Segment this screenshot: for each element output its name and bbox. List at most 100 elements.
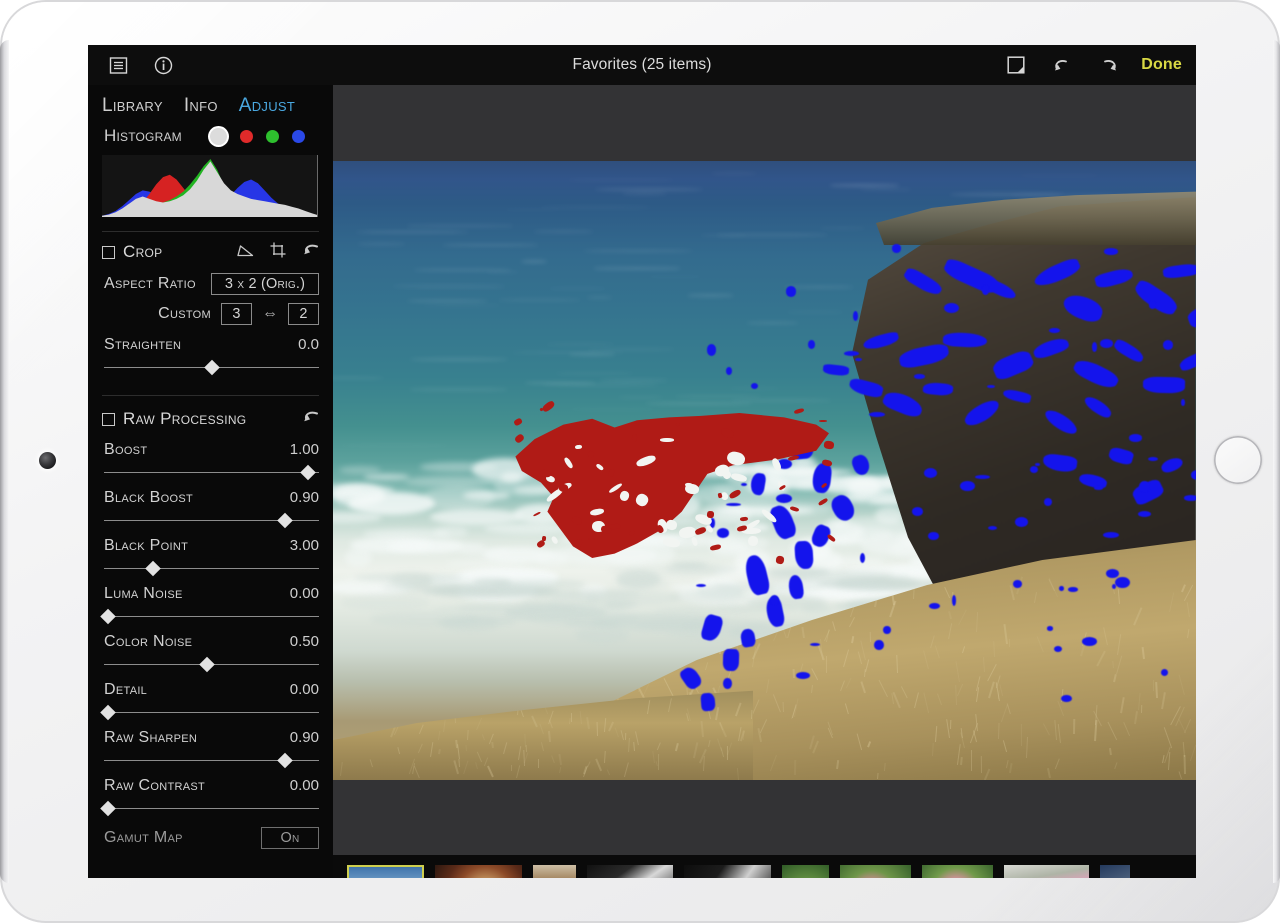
filmstrip-thumbnail[interactable]: ♥ [533, 865, 576, 879]
grass-blade [1178, 771, 1181, 779]
color-noise-slider[interactable] [104, 659, 319, 670]
surf-foam [607, 565, 724, 577]
grass-blade [369, 759, 373, 767]
shadow-clip-speck [982, 285, 990, 294]
grass-blade [1108, 722, 1117, 740]
tab-adjust[interactable]: Adjust [239, 95, 295, 117]
grass-blade [477, 752, 482, 762]
filmstrip-thumbnail[interactable]: ♥ [347, 865, 424, 879]
filmstrip[interactable]: ♥ ♥ ♥ ♥ ♥ ♥ ♥ ♥ ♥ ♥ [333, 863, 1196, 878]
histogram-channel-luminance[interactable] [210, 128, 227, 145]
aspect-ratio-select[interactable]: 3 x 2 (Orig.) [211, 273, 319, 295]
grass-blade [579, 711, 582, 724]
crop-reset-arrow-icon[interactable] [302, 241, 321, 263]
raw-sharpen-slider[interactable] [104, 755, 319, 766]
shadow-clip-patch [1143, 377, 1185, 394]
histogram-channel-blue[interactable] [292, 130, 305, 143]
grass-blade [766, 679, 770, 693]
filmstrip-thumbnail[interactable]: ♥ [840, 865, 911, 879]
ocean-ripple [333, 377, 384, 379]
slider-knob[interactable] [146, 561, 162, 577]
shadow-clip-speck [796, 672, 810, 679]
filmstrip-thumbnail[interactable]: ♥ [922, 865, 993, 879]
info-circle-icon[interactable] [150, 52, 176, 78]
slider-track [104, 712, 319, 713]
filmstrip-thumbnail[interactable]: ♥ [1100, 865, 1130, 879]
gamut-map-toggle[interactable]: On [261, 827, 319, 849]
slider-knob[interactable] [101, 801, 117, 817]
histogram-chart[interactable] [102, 155, 318, 217]
histogram-channel-green[interactable] [266, 130, 279, 143]
grass-blade [340, 762, 343, 776]
shadow-clip-speck [1094, 486, 1103, 490]
ocean-ripple [588, 348, 674, 350]
slider-knob[interactable] [277, 513, 293, 529]
top-toolbar: Favorites (25 items) Done [88, 45, 1196, 85]
edited-photo[interactable] [333, 161, 1196, 780]
luma-noise-slider[interactable] [104, 611, 319, 622]
boost-slider[interactable] [104, 467, 319, 478]
grass-blade [538, 759, 539, 768]
grass-blade [962, 646, 965, 653]
grass-blade [1109, 748, 1112, 756]
ocean-ripple [410, 388, 508, 390]
shadow-clip-speck [1047, 626, 1053, 630]
shadow-clip-speck [1054, 646, 1062, 652]
filmstrip-thumbnail[interactable]: ♥ [435, 865, 522, 879]
image-viewport[interactable] [333, 85, 1196, 855]
slider-knob[interactable] [101, 705, 117, 721]
tab-library[interactable]: Library [102, 95, 163, 117]
grass-blade [443, 720, 446, 732]
swap-horizontal-icon[interactable]: ⇔ [262, 305, 278, 323]
redo-arrow-icon[interactable] [1095, 52, 1121, 78]
grass-blade [770, 755, 777, 771]
slider-knob[interactable] [204, 360, 220, 376]
filmstrip-thumbnail[interactable]: ♥ [587, 865, 673, 879]
raw-processing-checkbox[interactable] [102, 413, 115, 426]
grass-blade [459, 759, 460, 767]
raw-sharpen-label: Raw Sharpen [104, 729, 197, 747]
grass-blade [1048, 579, 1054, 591]
slider-knob[interactable] [101, 609, 117, 625]
slider-knob[interactable] [300, 465, 316, 481]
raw-reset-arrow-icon[interactable] [302, 408, 321, 430]
crop-frame-icon[interactable] [270, 242, 286, 263]
custom-width-input[interactable]: 3 [221, 303, 252, 325]
raw-processing-sliders: Boost 1.00 Black Boost 0.90 Black Point 3.00 L… [88, 441, 333, 814]
black-boost-slider[interactable] [104, 515, 319, 526]
undo-arrow-icon[interactable] [1049, 52, 1075, 78]
straighten-slider[interactable] [104, 362, 319, 373]
filmstrip-thumbnail[interactable]: ♥ [684, 865, 771, 879]
top-toolbar-right-group: Done [1003, 45, 1182, 85]
black-point-slider[interactable] [104, 563, 319, 574]
grass-blade [1120, 698, 1125, 714]
done-button[interactable]: Done [1141, 56, 1182, 74]
custom-height-input[interactable]: 2 [288, 303, 319, 325]
filmstrip-thumbnail[interactable]: ♥ [782, 865, 829, 879]
crop-icon-group [237, 241, 321, 263]
grass-blade [430, 742, 434, 757]
grass-blade [719, 722, 727, 737]
grass-blade [870, 632, 872, 642]
detail-value: 0.00 [290, 681, 319, 698]
straighten-angle-icon[interactable] [237, 243, 254, 262]
ocean-ripple [830, 184, 898, 186]
grass-blade [540, 723, 545, 734]
grass-blade [624, 762, 629, 776]
shadow-clip-speck [1013, 580, 1021, 588]
grass-blade [858, 651, 862, 664]
raw-processing-title: Raw Processing [123, 409, 246, 429]
slider-knob[interactable] [199, 657, 215, 673]
slider-knob[interactable] [277, 753, 293, 769]
filmstrip-thumbnail[interactable]: ♥ [1004, 865, 1089, 879]
tab-info[interactable]: Info [184, 95, 218, 117]
raw-contrast-slider[interactable] [104, 803, 319, 814]
detail-slider[interactable] [104, 707, 319, 718]
home-button[interactable] [1214, 436, 1262, 484]
crop-checkbox[interactable] [102, 246, 115, 259]
compare-view-icon[interactable] [1003, 52, 1029, 78]
ocean-ripple [594, 267, 680, 269]
list-menu-icon[interactable] [105, 52, 131, 78]
histogram-channel-red[interactable] [240, 130, 253, 143]
surf-foam [388, 539, 462, 553]
